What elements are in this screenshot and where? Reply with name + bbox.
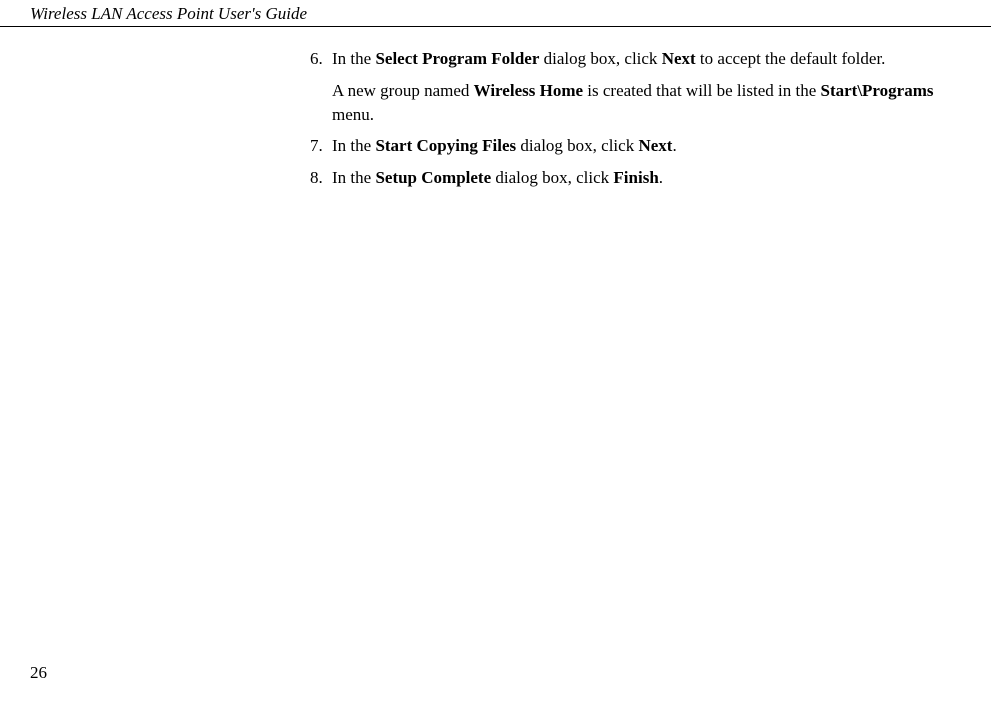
text: is created that will be listed in the — [583, 81, 820, 100]
list-text: In the Select Program Folder dialog box,… — [332, 47, 961, 71]
text: dialog box, click — [539, 49, 661, 68]
text: dialog box, click — [491, 168, 613, 187]
bold-text: Next — [662, 49, 696, 68]
list-number: 7. — [310, 134, 332, 158]
bold-text: Finish — [613, 168, 658, 187]
list-number: 8. — [310, 166, 332, 190]
bold-text: Select Program Folder — [375, 49, 539, 68]
list-number: 6. — [310, 47, 332, 71]
text: In the — [332, 49, 375, 68]
page-number: 26 — [30, 663, 47, 683]
text: to accept the default folder. — [696, 49, 886, 68]
text: . — [659, 168, 663, 187]
list-text: In the Start Copying Files dialog box, c… — [332, 134, 961, 158]
document-header: Wireless LAN Access Point User's Guide — [0, 0, 991, 27]
text: . — [672, 136, 676, 155]
list-item-6: 6. In the Select Program Folder dialog b… — [310, 47, 961, 71]
text: In the — [332, 168, 375, 187]
list-item-7: 7. In the Start Copying Files dialog box… — [310, 134, 961, 158]
text: menu. — [332, 105, 374, 124]
list-text: In the Setup Complete dialog box, click … — [332, 166, 961, 190]
list-item-8: 8. In the Setup Complete dialog box, cli… — [310, 166, 961, 190]
header-title: Wireless LAN Access Point User's Guide — [30, 4, 307, 23]
bold-text: Next — [638, 136, 672, 155]
text: A new group named — [332, 81, 474, 100]
text: dialog box, click — [516, 136, 638, 155]
bold-text: Start\Programs — [821, 81, 934, 100]
sub-paragraph: A new group named Wireless Home is creat… — [332, 79, 961, 127]
text: In the — [332, 136, 375, 155]
main-content: 6. In the Select Program Folder dialog b… — [0, 27, 991, 190]
bold-text: Start Copying Files — [375, 136, 516, 155]
bold-text: Setup Complete — [375, 168, 491, 187]
bold-text: Wireless Home — [474, 81, 583, 100]
